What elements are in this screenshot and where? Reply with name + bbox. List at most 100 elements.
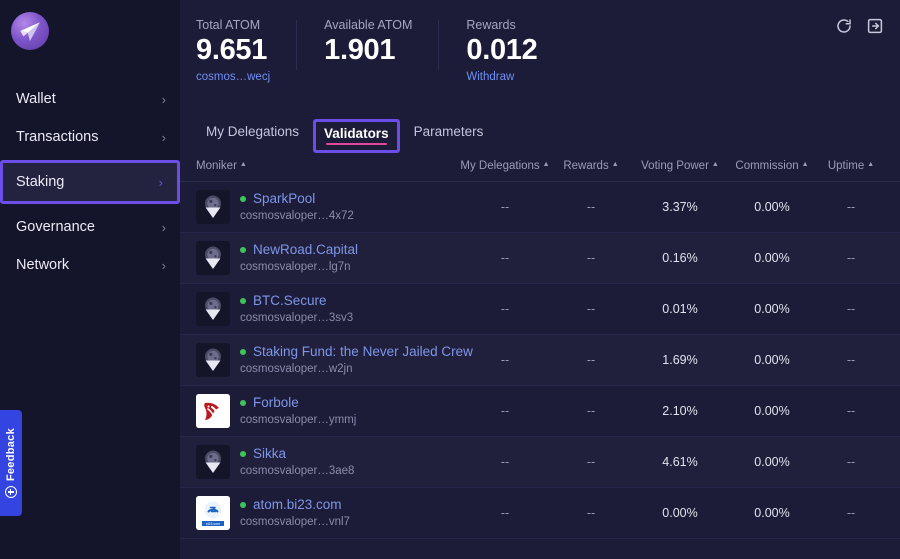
status-dot-icon	[240, 399, 246, 406]
sidebar-item-staking[interactable]: Staking ›	[0, 160, 180, 204]
stat-rewards: Rewards 0.012 Withdraw	[438, 18, 563, 83]
chevron-right-icon: ›	[161, 219, 166, 235]
cell-my-delegations: --	[500, 455, 510, 469]
section-tabs: My Delegations Validators Parameters	[180, 100, 900, 153]
table-row[interactable]: Sikka cosmosvaloper…3ae8 -- -- 4.61% 0.00% --	[180, 437, 900, 488]
default-pin-avatar-icon	[196, 343, 230, 377]
column-header-commission[interactable]: Commission ▲	[726, 160, 818, 172]
tab-label: My Delegations	[206, 124, 300, 139]
validator-text: Sikka cosmosvaloper…3ae8	[240, 446, 354, 479]
tab-my-delegations[interactable]: My Delegations	[196, 118, 309, 150]
status-dot-icon	[240, 450, 246, 457]
table-row[interactable]: SparkPool cosmosvaloper…4x72 -- -- 3.37% 0.00…	[180, 182, 900, 233]
cell-voting-power: 0.00%	[662, 506, 698, 520]
cell-commission: 0.00%	[754, 200, 790, 214]
cell-uptime: --	[846, 455, 856, 469]
logout-icon[interactable]	[866, 17, 884, 35]
stat-label: Total ATOM	[196, 18, 261, 32]
feedback-circle-icon	[5, 486, 17, 499]
table-header-row: Moniker ▲ My Delegations ▲ Rewards ▲ Vot…	[180, 150, 900, 182]
table-row[interactable]: BTC.Secure cosmosvaloper…3sv3 -- -- 0.01% 0.0…	[180, 284, 900, 335]
validator-text: Staking Fund: the Never Jailed Crew cosmo…	[240, 344, 473, 377]
sidebar-nav: Wallet › Transactions › Staking › Govern…	[0, 80, 180, 284]
sidebar-item-transactions[interactable]: Transactions ›	[0, 118, 180, 156]
validator-identity: Staking Fund: the Never Jailed Crew cosmo…	[196, 343, 473, 377]
validator-name[interactable]: NewRoad.Capital	[240, 242, 358, 258]
validator-text: BTC.Secure cosmosvaloper…3sv3	[240, 293, 353, 326]
cell-commission: 0.00%	[754, 455, 790, 469]
tab-parameters[interactable]: Parameters	[404, 118, 494, 150]
table-row[interactable]: Staking Fund: the Never Jailed Crew cosmo…	[180, 335, 900, 386]
validator-name-label: BTC.Secure	[253, 292, 327, 308]
bi23-avatar-icon: bi23.com	[196, 496, 230, 530]
tab-validators[interactable]: Validators	[313, 119, 400, 153]
validator-address: cosmosvaloper…4x72	[240, 209, 354, 222]
validator-name[interactable]: Sikka	[240, 446, 354, 462]
validator-name[interactable]: SparkPool	[240, 191, 354, 207]
column-label: Commission	[735, 159, 799, 172]
default-pin-avatar-icon	[196, 445, 230, 479]
validator-address: cosmosvaloper…w2jn	[240, 362, 353, 375]
validator-address: cosmosvaloper…vnl7	[240, 515, 350, 528]
balance-stats: Total ATOM 9.651 cosmos…wecj Available A…	[196, 18, 900, 83]
validator-name[interactable]: Staking Fund: the Never Jailed Crew	[240, 344, 473, 360]
cell-commission: 0.00%	[754, 353, 790, 367]
paper-plane-logo-icon	[11, 12, 49, 50]
column-label: Rewards	[563, 159, 609, 172]
cell-commission: 0.00%	[754, 404, 790, 418]
column-header-moniker[interactable]: Moniker ▲	[196, 160, 462, 172]
cell-my-delegations: --	[500, 251, 510, 265]
sidebar-item-label: Network	[16, 257, 70, 273]
feedback-tab[interactable]: Feedback	[0, 410, 22, 516]
validator-identity: SparkPool cosmosvaloper…4x72	[196, 190, 462, 224]
cell-uptime: --	[846, 506, 856, 520]
default-pin-avatar-icon	[196, 292, 230, 326]
table-row[interactable]: bi23.com atom.bi23.com cosmosvaloper…vnl7…	[180, 488, 900, 539]
validator-name[interactable]: Forbole	[240, 395, 356, 411]
stat-total-atom: Total ATOM 9.651 cosmos…wecj	[196, 18, 296, 83]
validator-identity: Forbole cosmosvaloper…ymmj	[196, 394, 462, 428]
sort-caret-icon: ▲	[611, 161, 619, 168]
validator-name[interactable]: BTC.Secure	[240, 293, 353, 309]
validator-name[interactable]: atom.bi23.com	[240, 497, 350, 513]
chevron-right-icon: ›	[161, 257, 166, 273]
svg-text:bi23.com: bi23.com	[206, 522, 221, 526]
column-header-my-delegations[interactable]: My Delegations ▲	[460, 160, 550, 172]
cell-commission: 0.00%	[754, 506, 790, 520]
table-row[interactable]: Forbole cosmosvaloper…ymmj -- -- 2.10% 0.00% -…	[180, 386, 900, 437]
refresh-icon[interactable]	[835, 17, 853, 35]
validator-name-label: Sikka	[253, 445, 287, 461]
status-dot-icon	[240, 348, 246, 355]
cell-rewards: --	[586, 200, 596, 214]
validator-text: SparkPool cosmosvaloper…4x72	[240, 191, 354, 224]
cell-rewards: --	[586, 506, 596, 520]
sidebar-item-governance[interactable]: Governance ›	[0, 208, 180, 246]
app-logo[interactable]	[0, 0, 180, 62]
default-pin-avatar-icon	[196, 190, 230, 224]
table-body: SparkPool cosmosvaloper…4x72 -- -- 3.37% 0.00…	[180, 182, 900, 539]
cell-rewards: --	[586, 404, 596, 418]
validator-identity: NewRoad.Capital cosmosvaloper…lg7n	[196, 241, 462, 275]
validator-name-label: atom.bi23.com	[253, 496, 342, 512]
withdraw-link[interactable]: Withdraw	[466, 71, 537, 83]
column-header-rewards[interactable]: Rewards ▲	[548, 160, 634, 172]
sidebar-item-network[interactable]: Network ›	[0, 246, 180, 284]
column-label: Voting Power	[641, 159, 709, 172]
sidebar-item-wallet[interactable]: Wallet ›	[0, 80, 180, 118]
column-header-uptime[interactable]: Uptime ▲	[818, 160, 884, 172]
cell-voting-power: 1.69%	[662, 353, 698, 367]
validator-name-label: NewRoad.Capital	[253, 241, 359, 257]
validator-text: atom.bi23.com cosmosvaloper…vnl7	[240, 497, 350, 530]
stat-value: 0.012	[466, 34, 538, 66]
validators-table: Moniker ▲ My Delegations ▲ Rewards ▲ Vot…	[180, 150, 900, 539]
tab-label: Validators	[324, 126, 389, 141]
table-row[interactable]: NewRoad.Capital cosmosvaloper…lg7n -- -- 0.1…	[180, 233, 900, 284]
cell-uptime: --	[846, 404, 856, 418]
sort-caret-icon: ▲	[542, 161, 550, 168]
validator-name-label: SparkPool	[253, 190, 316, 206]
wallet-address-link[interactable]: cosmos…wecj	[196, 71, 270, 83]
validator-address: cosmosvaloper…3ae8	[240, 464, 355, 477]
cell-voting-power: 0.01%	[662, 302, 698, 316]
tab-label: Parameters	[413, 124, 484, 139]
column-header-voting-power[interactable]: Voting Power ▲	[634, 160, 726, 172]
